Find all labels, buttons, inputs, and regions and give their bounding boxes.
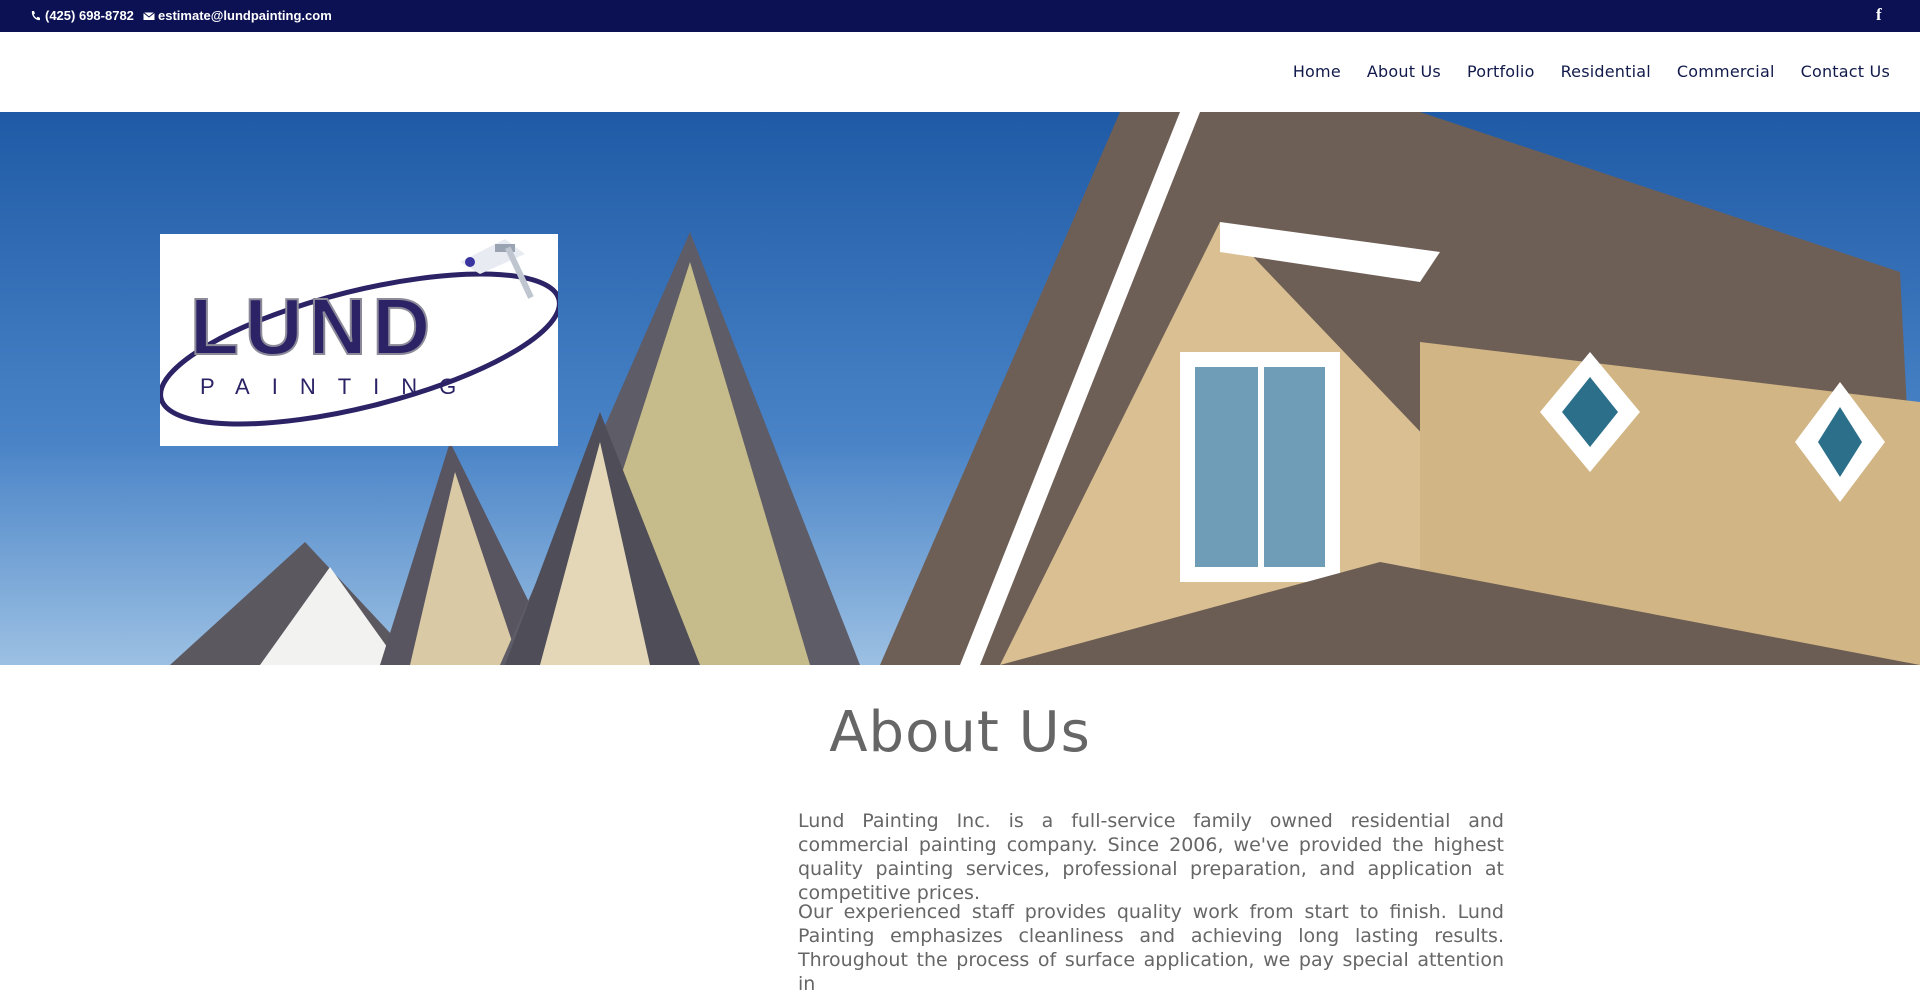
nav-commercial[interactable]: Commercial <box>1677 62 1775 81</box>
phone-number[interactable]: (425) 698-8782 <box>45 8 134 23</box>
about-paragraph-2: Our experienced staff provides quality w… <box>798 901 1504 995</box>
email-contact[interactable]: estimate@lundpainting.com <box>143 8 332 23</box>
facebook-icon[interactable]: f <box>1876 5 1882 25</box>
page-title: About Us <box>829 700 1091 765</box>
main-nav: Home About Us Portfolio Residential Comm… <box>1293 62 1890 81</box>
spray-gun-icon <box>460 239 534 299</box>
site-header: Home About Us Portfolio Residential Comm… <box>0 32 1920 112</box>
email-address[interactable]: estimate@lundpainting.com <box>158 8 332 23</box>
envelope-icon <box>143 10 155 22</box>
nav-contact-us[interactable]: Contact Us <box>1801 62 1890 81</box>
logo-wordmark: LUND <box>190 282 436 371</box>
nav-residential[interactable]: Residential <box>1561 62 1651 81</box>
hero-banner: LUND PAINTING <box>0 112 1920 665</box>
logo-subtitle: PAINTING <box>200 374 478 399</box>
top-bar: (425) 698-8782 estimate@lundpainting.com… <box>0 0 1920 32</box>
nav-home[interactable]: Home <box>1293 62 1341 81</box>
about-paragraph-1: Lund Painting Inc. is a full-service fam… <box>798 810 1504 904</box>
lund-painting-logo[interactable]: LUND PAINTING <box>160 234 558 446</box>
phone-icon <box>30 10 42 22</box>
nav-about-us[interactable]: About Us <box>1367 62 1441 81</box>
phone-contact[interactable]: (425) 698-8782 <box>30 8 134 23</box>
nav-portfolio[interactable]: Portfolio <box>1467 62 1535 81</box>
